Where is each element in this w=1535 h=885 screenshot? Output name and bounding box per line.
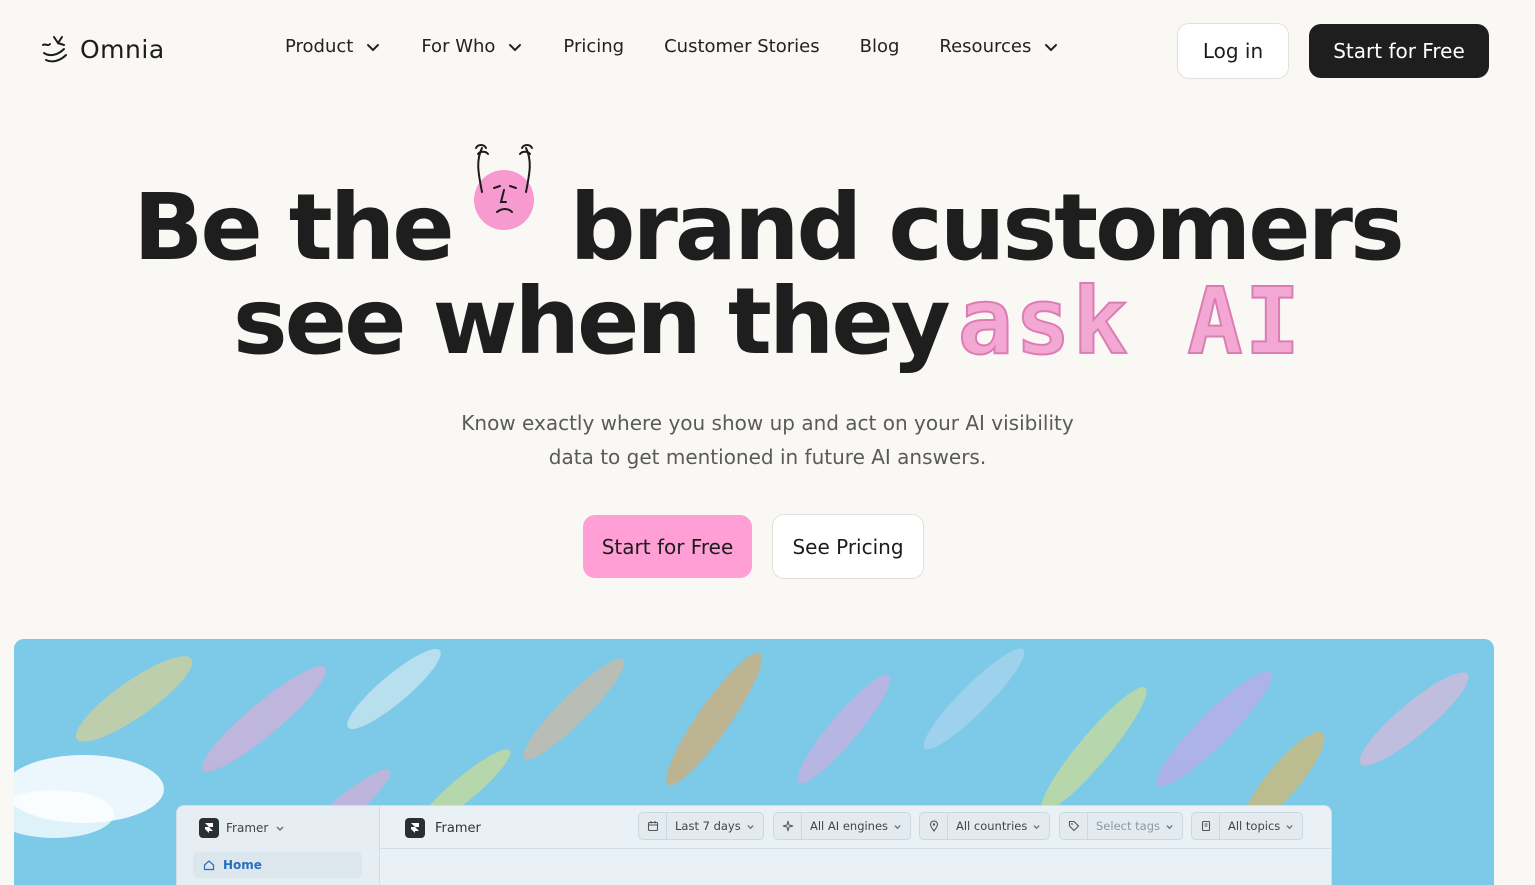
hero-highlight-ask-ai: ask AI — [957, 267, 1303, 376]
filter-label: Last 7 days — [675, 819, 741, 833]
chevron-down-icon — [894, 824, 901, 829]
chevron-down-icon — [1045, 43, 1058, 51]
nav-item-pricing[interactable]: Pricing — [563, 36, 624, 57]
framer-logo-icon — [199, 818, 219, 838]
dashboard-sidebar: Framer Home — [177, 806, 380, 885]
sparkle-icon — [774, 813, 802, 839]
calendar-icon — [639, 813, 667, 839]
nav-label: Blog — [859, 36, 900, 57]
chevron-down-icon — [509, 43, 522, 51]
nav-item-product[interactable]: Product — [285, 36, 381, 57]
dashboard-title: Framer — [405, 818, 481, 838]
filter-date-range[interactable]: Last 7 days — [638, 812, 764, 840]
framer-logo-icon — [405, 818, 425, 838]
filter-countries[interactable]: All countries — [919, 812, 1051, 840]
filter-topics[interactable]: All topics — [1191, 812, 1304, 840]
chevron-down-icon — [747, 824, 754, 829]
nav-label: For Who — [421, 36, 496, 57]
product-showcase: Framer Home Framer Last 7 days All AI en… — [14, 639, 1494, 885]
hero-text-brand-customers: brand customers — [569, 174, 1405, 281]
see-pricing-button[interactable]: See Pricing — [772, 514, 924, 579]
tag-icon — [1060, 813, 1088, 839]
stressed-face-icon — [473, 143, 534, 230]
sidebar-item-label: Home — [223, 858, 262, 872]
main-menu: Product For Who Pricing Customer Stories… — [285, 36, 1059, 57]
nav-item-for-who[interactable]: For Who — [421, 36, 523, 57]
workspace-switcher[interactable]: Framer — [199, 818, 285, 838]
filter-label: All AI engines — [810, 819, 889, 833]
brand-name: Omnia — [80, 34, 165, 64]
workspace-name: Framer — [226, 821, 269, 835]
hero-subtitle-line-1: Know exactly where you show up and act o… — [461, 411, 1074, 435]
location-pin-icon — [920, 813, 948, 839]
brand-logo[interactable]: Omnia — [40, 33, 165, 65]
start-free-nav-button[interactable]: Start for Free — [1309, 24, 1489, 78]
chevron-down-icon — [1166, 824, 1173, 829]
nav-label: Pricing — [563, 36, 625, 57]
hero-headline-line-2: see when they ask AI — [0, 267, 1535, 376]
dashboard-preview: Framer Home Framer Last 7 days All AI en… — [176, 805, 1332, 885]
nav-label: Product — [285, 36, 354, 57]
top-nav: Omnia Product For Who Pricing Customer S… — [0, 0, 1535, 102]
nav-label: Resources — [939, 36, 1032, 57]
hero-text-see-when-they: see when they — [232, 268, 951, 375]
hero-text-be-the: Be the — [133, 174, 454, 281]
nav-item-blog[interactable]: Blog — [860, 36, 900, 57]
dashboard-header-divider — [380, 848, 1331, 849]
nav-item-customer-stories[interactable]: Customer Stories — [664, 36, 820, 57]
filter-tags[interactable]: Select tags — [1059, 812, 1183, 840]
filter-label: All countries — [956, 819, 1028, 833]
start-free-hero-button[interactable]: Start for Free — [583, 515, 752, 578]
hero-subtitle-line-2: data to get mentioned in future AI answe… — [548, 445, 987, 469]
chevron-down-icon — [1033, 824, 1040, 829]
filter-label: All topics — [1228, 819, 1281, 833]
omnia-logo-icon — [42, 36, 67, 63]
filter-ai-engines[interactable]: All AI engines — [773, 812, 912, 840]
chevron-down-icon — [1286, 824, 1293, 829]
filter-label: Select tags — [1096, 819, 1160, 833]
face-illustration — [452, 143, 570, 274]
chevron-down-icon — [276, 826, 284, 831]
nav-item-resources[interactable]: Resources — [939, 36, 1059, 57]
nav-label: Customer Stories — [664, 36, 820, 57]
chevron-down-icon — [367, 43, 380, 51]
hero-subtitle: Know exactly where you show up and act o… — [0, 406, 1535, 474]
login-button[interactable]: Log in — [1177, 23, 1289, 79]
home-icon — [203, 860, 215, 871]
sidebar-item-home[interactable]: Home — [193, 852, 362, 878]
document-icon — [1192, 813, 1220, 839]
dashboard-title-text: Framer — [435, 820, 481, 836]
hero-headline-line-1: Be the brand customers — [0, 143, 1535, 281]
